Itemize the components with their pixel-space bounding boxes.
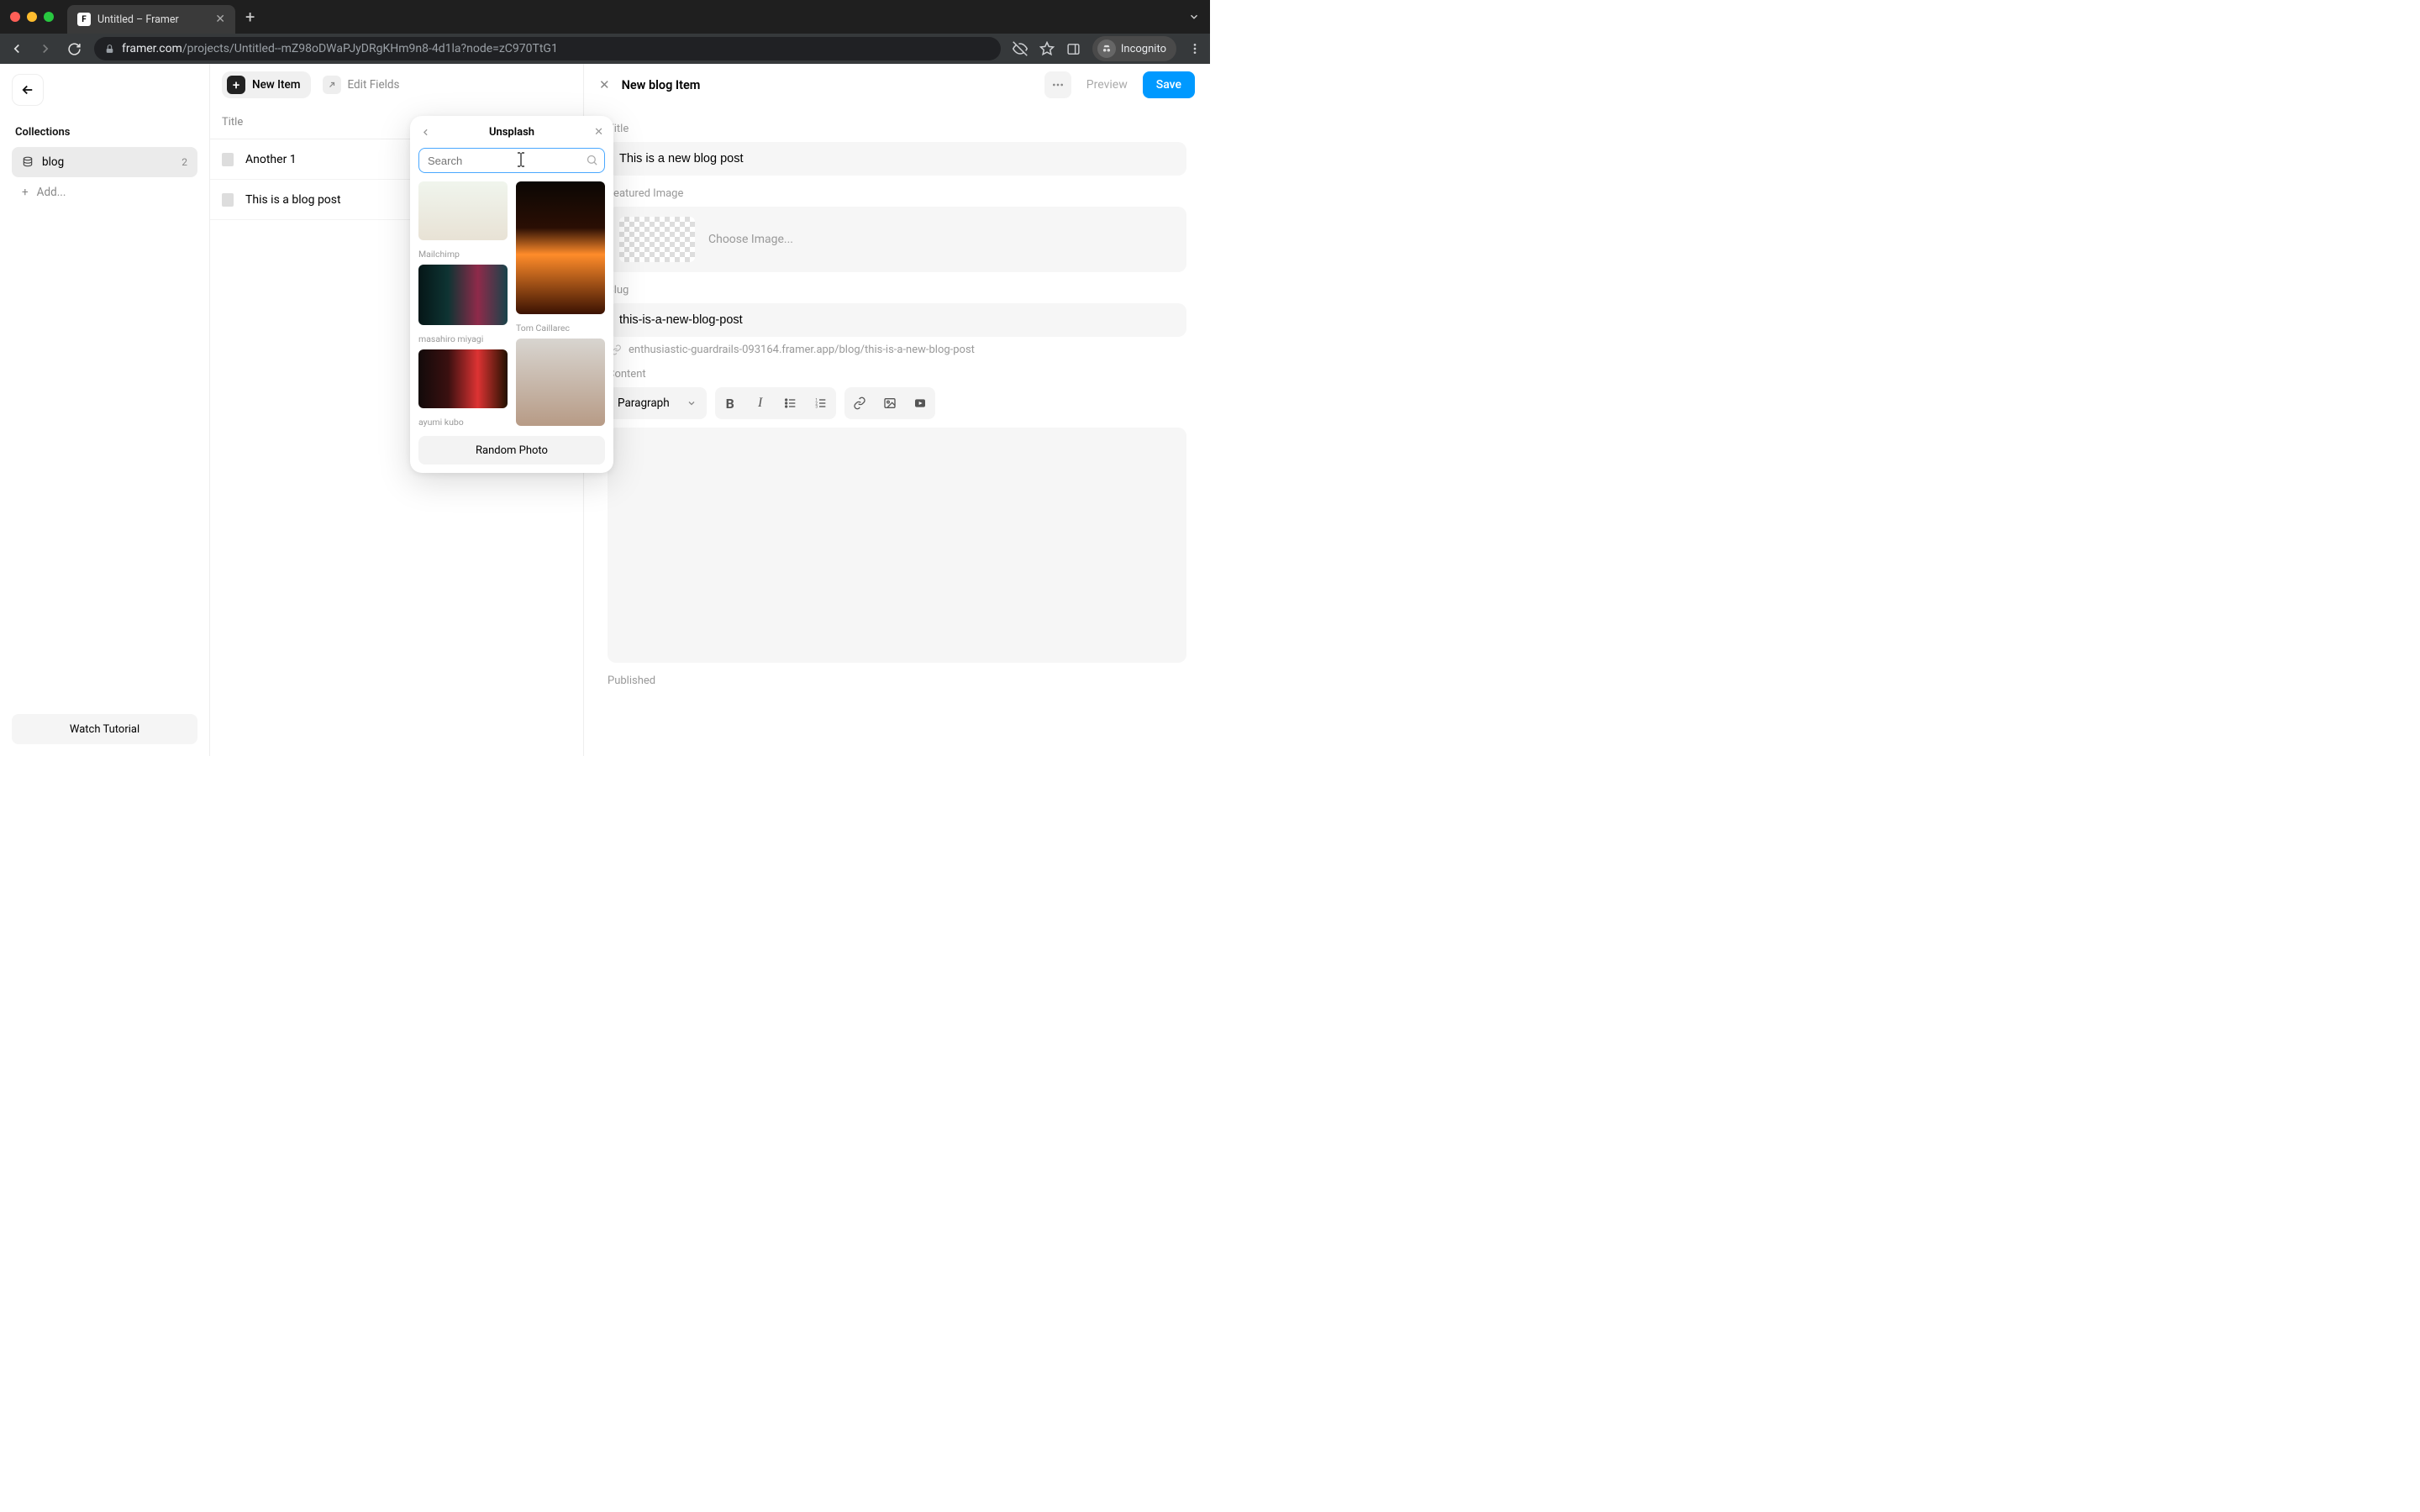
image-placeholder-icon: [619, 217, 695, 262]
sidebar-item-blog[interactable]: blog 2: [12, 147, 197, 177]
collections-heading: Collections: [0, 114, 209, 147]
video-insert-button[interactable]: [905, 396, 935, 410]
popover-title: Unsplash: [489, 126, 534, 139]
tab-close-icon[interactable]: ✕: [215, 13, 225, 26]
block-type-select[interactable]: Paragraph: [608, 396, 707, 410]
incognito-indicator[interactable]: Incognito: [1092, 36, 1176, 61]
browser-tab[interactable]: F Untitled – Framer ✕: [67, 5, 235, 34]
field-label-slug: Slug: [608, 284, 1186, 297]
random-photo-button[interactable]: Random Photo: [418, 436, 605, 465]
unsplash-search-input[interactable]: [418, 148, 605, 173]
content-editor[interactable]: [608, 428, 1186, 663]
photo-author: masahiro miyagi: [418, 333, 508, 344]
browser-menu-icon[interactable]: [1188, 42, 1202, 55]
bullet-list-button[interactable]: [776, 396, 806, 410]
choose-image-label: Choose Image...: [708, 233, 793, 246]
add-collection-button[interactable]: + Add...: [12, 179, 197, 206]
chevron-down-icon: [687, 398, 697, 408]
search-icon: [586, 154, 598, 166]
window-minimize-dot[interactable]: [27, 12, 37, 22]
window-zoom-dot[interactable]: [44, 12, 54, 22]
back-button[interactable]: [12, 74, 44, 106]
numbered-list-button[interactable]: 123: [806, 396, 836, 410]
svg-text:3: 3: [815, 404, 818, 409]
tabs-overflow-icon[interactable]: [1188, 11, 1200, 23]
save-button[interactable]: Save: [1143, 71, 1195, 98]
slug-url-preview: enthusiastic-guardrails-093164.framer.ap…: [629, 344, 975, 356]
unsplash-photo[interactable]: [418, 181, 508, 240]
edit-fields-icon: [323, 76, 341, 94]
collection-count: 2: [182, 156, 187, 168]
field-label-featured: Featured Image: [608, 187, 1186, 200]
edit-fields-button[interactable]: Edit Fields: [323, 76, 400, 94]
block-type-label: Paragraph: [618, 396, 670, 410]
field-label-content: Content: [608, 368, 1186, 381]
macos-titlebar: F Untitled – Framer ✕ +: [0, 0, 1210, 34]
unsplash-photo[interactable]: [516, 339, 605, 426]
column-title-label: Title: [222, 116, 243, 129]
new-item-label: New Item: [252, 78, 301, 92]
unsplash-photo[interactable]: [418, 265, 508, 325]
choose-image-button[interactable]: Choose Image...: [608, 207, 1186, 272]
watch-tutorial-button[interactable]: Watch Tutorial: [12, 714, 197, 744]
framer-favicon: F: [77, 13, 91, 26]
image-insert-button[interactable]: [875, 396, 905, 410]
reload-button[interactable]: [66, 42, 82, 56]
content-toolbar: Paragraph B I 123: [608, 387, 1186, 419]
list-item-title: Another 1: [245, 153, 297, 166]
nav-forward-button[interactable]: [37, 41, 54, 56]
edit-fields-label: Edit Fields: [348, 78, 400, 92]
bookmark-star-icon[interactable]: [1039, 41, 1055, 56]
document-icon: [222, 193, 234, 207]
plus-icon: +: [22, 186, 29, 199]
detail-panel: ✕ New blog Item Preview Save Title Featu…: [584, 64, 1210, 756]
traffic-lights: [10, 12, 54, 22]
unsplash-popover: Unsplash ✕ Mailchimp masahiro miyagi ayu…: [410, 116, 613, 473]
popover-back-button[interactable]: [420, 127, 431, 138]
new-item-button[interactable]: + New Item: [222, 71, 311, 98]
url-domain: framer.com: [122, 42, 182, 55]
panel-title: New blog Item: [622, 78, 701, 92]
window-close-dot[interactable]: [10, 12, 20, 22]
photo-author: Mailchimp: [418, 249, 508, 260]
new-tab-button[interactable]: +: [245, 7, 255, 27]
browser-addressbar: framer.com/projects/Untitled--mZ98oDWaPJ…: [0, 34, 1210, 64]
plus-box-icon: +: [227, 76, 245, 94]
preview-button[interactable]: Preview: [1080, 78, 1134, 92]
sidebar: Collections blog 2 + Add... Watch Tutori…: [0, 64, 210, 756]
lock-icon: [104, 44, 115, 55]
document-icon: [222, 153, 234, 166]
photo-author: ayumi kubo: [418, 417, 508, 428]
save-label: Save: [1156, 78, 1181, 92]
database-icon: [22, 156, 34, 168]
add-label: Add...: [37, 186, 66, 199]
unsplash-photo[interactable]: [418, 349, 508, 408]
incognito-mask-icon: [1097, 39, 1116, 58]
slug-field[interactable]: [608, 303, 1186, 337]
list-item-title: This is a blog post: [245, 193, 341, 207]
photo-author: Tom Caillarec: [516, 323, 605, 333]
title-field[interactable]: [608, 142, 1186, 176]
url-path: /projects/Untitled--mZ98oDWaPJyDRgKHm9n8…: [182, 42, 558, 55]
tab-title: Untitled – Framer: [97, 13, 179, 26]
link-insert-button[interactable]: [844, 396, 875, 410]
collection-name: blog: [42, 155, 64, 169]
eye-off-icon[interactable]: [1013, 41, 1028, 56]
more-options-button[interactable]: [1044, 71, 1071, 98]
incognito-label: Incognito: [1121, 43, 1166, 55]
field-label-title: Title: [608, 123, 1186, 135]
unsplash-photo[interactable]: [516, 181, 605, 314]
italic-button[interactable]: I: [745, 396, 776, 411]
close-panel-button[interactable]: ✕: [599, 77, 610, 92]
panel-icon[interactable]: [1066, 42, 1081, 56]
watch-tutorial-label: Watch Tutorial: [70, 723, 139, 736]
url-field[interactable]: framer.com/projects/Untitled--mZ98oDWaPJ…: [94, 37, 1001, 60]
bold-button[interactable]: B: [715, 396, 745, 412]
nav-back-button[interactable]: [8, 41, 25, 56]
popover-close-button[interactable]: ✕: [594, 126, 603, 139]
random-photo-label: Random Photo: [476, 444, 548, 457]
field-label-published: Published: [608, 675, 1186, 687]
